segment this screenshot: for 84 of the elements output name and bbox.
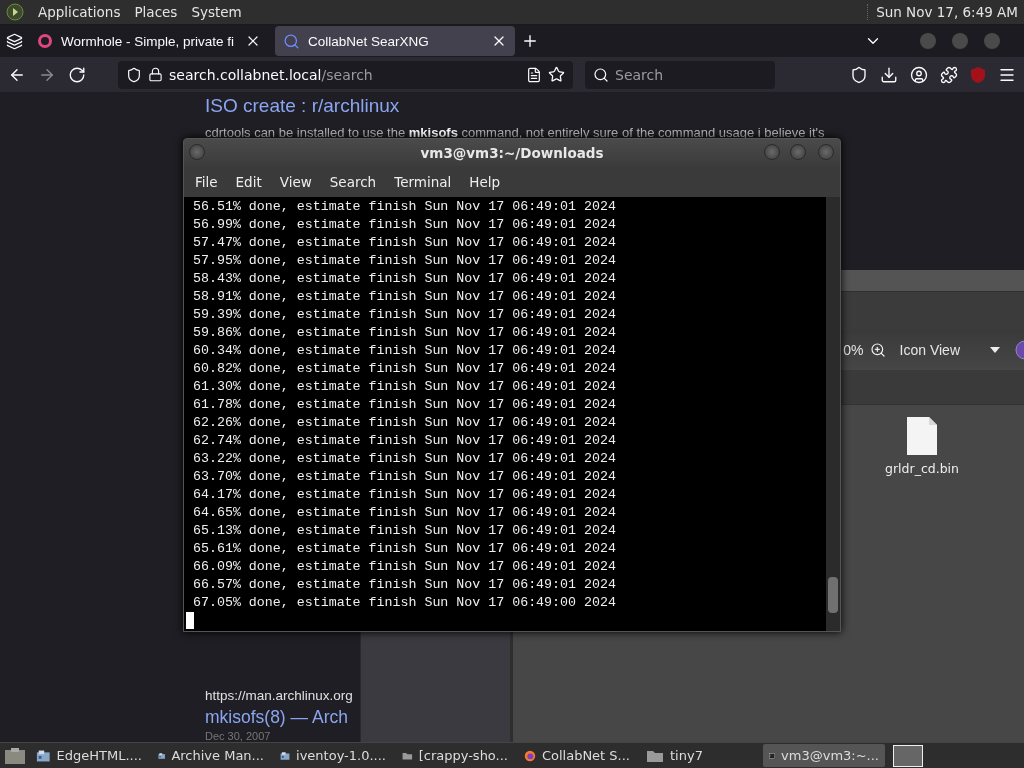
tab-title: CollabNet SearXNG [308, 33, 430, 49]
caret-icon [990, 347, 1000, 353]
account-icon[interactable] [910, 65, 928, 84]
taskbar-item[interactable]: vm3@vm3:~... [763, 744, 885, 767]
result-link[interactable]: ISO create : r/archlinux [205, 95, 400, 117]
pocket-icon[interactable] [850, 65, 868, 84]
search-placeholder: Search [615, 66, 664, 83]
terminal-line: 64.17% done, estimate finish Sun Nov 17 06:49:01 2024 [193, 486, 617, 504]
terminal-line: 62.26% done, estimate finish Sun Nov 17 06:49:01 2024 [193, 414, 617, 432]
tab-list-icon[interactable] [6, 32, 23, 50]
search-icon [283, 32, 300, 50]
terminal-line: 63.22% done, estimate finish Sun Nov 17 06:49:01 2024 [193, 450, 617, 468]
clock[interactable]: Sun Nov 17, 6:49 AM [867, 4, 1018, 20]
menu-item[interactable]: Search [321, 169, 385, 194]
search-field[interactable]: Search [585, 60, 775, 89]
app-menu-icon[interactable] [6, 3, 24, 21]
terminal-line: 58.91% done, estimate finish Sun Nov 17 06:49:01 2024 [193, 288, 617, 306]
star-icon[interactable] [548, 66, 565, 83]
terminal-line: 63.70% done, estimate finish Sun Nov 17 06:49:01 2024 [193, 468, 617, 486]
terminal-line: 58.43% done, estimate finish Sun Nov 17 06:49:01 2024 [193, 270, 617, 288]
panel-menu[interactable]: Places [134, 4, 178, 20]
terminal-line: 60.82% done, estimate finish Sun Nov 17 06:49:01 2024 [193, 360, 617, 378]
terminal-line: 59.39% done, estimate finish Sun Nov 17 06:49:01 2024 [193, 306, 617, 324]
window-title: vm3@vm3:~/Downloads [420, 144, 604, 161]
result-link[interactable]: mkisofs(8) — Arch [205, 707, 348, 728]
new-tab-icon[interactable] [521, 32, 539, 50]
maximize-icon[interactable] [790, 144, 806, 160]
taskbar-item[interactable]: Archive Man... [152, 744, 270, 767]
panel-menu[interactable]: Applications [38, 4, 121, 20]
result-url: https://man.archlinux.org [205, 688, 353, 703]
scrollbar[interactable] [826, 197, 840, 631]
terminal-line: 67.05% done, estimate finish Sun Nov 17 06:49:00 2024 [193, 594, 617, 612]
terminal-line: 59.86% done, estimate finish Sun Nov 17 06:49:01 2024 [193, 324, 617, 342]
zoom-in-icon[interactable] [869, 342, 886, 358]
result-snippet: cdrtools can be installed to use the mkisofs command, not entirely sure of the command usage i believe it's [205, 125, 825, 140]
zoom-level: 0% [843, 342, 864, 358]
terminal-line: 56.99% done, estimate finish Sun Nov 17 06:49:01 2024 [193, 216, 617, 234]
file-name[interactable]: grldr_cd.bin [885, 461, 959, 476]
result-date: Dec 30, 2007 [205, 730, 271, 742]
show-desktop-icon[interactable] [4, 746, 26, 765]
menu-item[interactable]: Help [461, 169, 509, 194]
menu-item[interactable]: View [271, 169, 320, 194]
terminal-line: 61.30% done, estimate finish Sun Nov 17 06:49:01 2024 [193, 378, 617, 396]
menu-item[interactable]: File [187, 169, 226, 194]
workspace-switcher[interactable] [893, 744, 923, 767]
browser-tab[interactable]: CollabNet SearXNG [275, 26, 515, 56]
taskbar-item[interactable]: tiny7 [640, 744, 745, 767]
text-cursor [186, 612, 194, 629]
terminal-line: 61.78% done, estimate finish Sun Nov 17 06:49:01 2024 [193, 396, 617, 414]
taskbar-item[interactable]: EdgeHTML.... [30, 744, 148, 767]
taskbar-item[interactable]: CollabNet S... [518, 744, 636, 767]
terminal-line: 57.47% done, estimate finish Sun Nov 17 06:49:01 2024 [193, 234, 617, 252]
terminal-line: 66.09% done, estimate finish Sun Nov 17 06:49:01 2024 [193, 558, 617, 576]
lock-icon [148, 67, 163, 82]
terminal-line: 64.65% done, estimate finish Sun Nov 17 06:49:01 2024 [193, 504, 617, 522]
menu-item[interactable]: Terminal [386, 169, 460, 194]
file-icon [905, 415, 939, 457]
url-text: search.collabnet.local/search [169, 66, 373, 83]
window-menu-icon[interactable] [189, 144, 205, 160]
search-icon [593, 66, 609, 83]
download-icon[interactable] [880, 65, 898, 84]
terminal-line: 65.61% done, estimate finish Sun Nov 17 06:49:01 2024 [193, 540, 617, 558]
terminal-line: 62.74% done, estimate finish Sun Nov 17 06:49:01 2024 [193, 432, 617, 450]
taskbar-item[interactable]: iventoy-1.0.... [274, 744, 392, 767]
terminal-line: 65.13% done, estimate finish Sun Nov 17 06:49:01 2024 [193, 522, 617, 540]
minimize-icon[interactable] [764, 144, 780, 160]
reader-icon[interactable] [526, 66, 542, 83]
ring-icon [37, 33, 53, 49]
shield-icon [126, 66, 142, 83]
archive-icon [36, 748, 51, 763]
taskbar-item[interactable]: [crappy-sho... [396, 744, 514, 767]
menu-item[interactable]: Edit [227, 169, 270, 194]
terminal-line: 56.51% done, estimate finish Sun Nov 17 06:49:01 2024 [193, 198, 617, 216]
reload-icon[interactable] [68, 65, 86, 84]
address-field[interactable]: search.collabnet.local/search [118, 60, 573, 89]
terminal-line: 57.95% done, estimate finish Sun Nov 17 06:49:01 2024 [193, 252, 617, 270]
tab-title: Wormhole - Simple, private fi [61, 33, 236, 49]
view-dropdown[interactable]: Icon View [891, 342, 1008, 358]
terminal-line: 66.57% done, estimate finish Sun Nov 17 06:49:01 2024 [193, 576, 617, 594]
folder-icon [646, 748, 664, 763]
terminal-line: 60.34% done, estimate finish Sun Nov 17 06:49:01 2024 [193, 342, 617, 360]
browser-tab[interactable]: Wormhole - Simple, private fi [29, 26, 269, 56]
extensions-icon[interactable] [940, 65, 958, 84]
panel-menu[interactable]: System [191, 4, 242, 20]
